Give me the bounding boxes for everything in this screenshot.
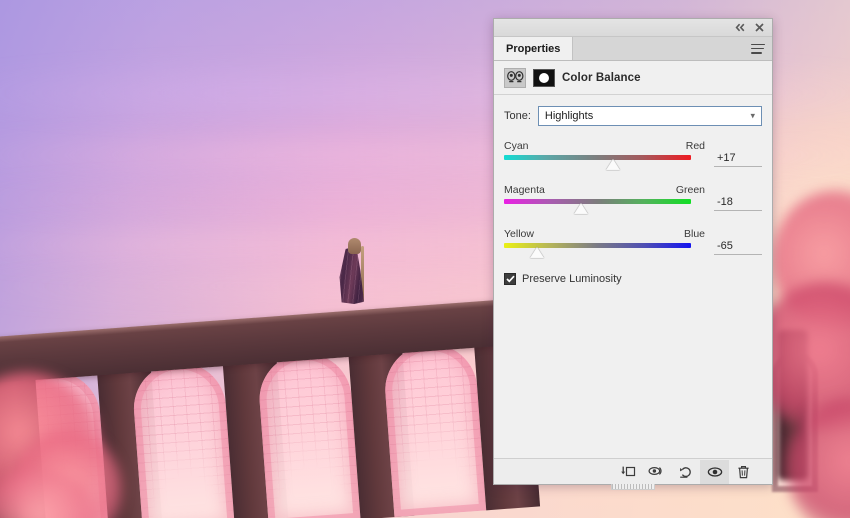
cloaked-figure bbox=[336, 236, 370, 304]
panel-titlebar[interactable] bbox=[494, 19, 772, 37]
slider-track-wrap[interactable] bbox=[504, 155, 691, 173]
figure-hood bbox=[348, 238, 361, 254]
slider-value-yellow-blue[interactable]: -65 bbox=[714, 237, 762, 255]
tone-row: Tone: Highlights ▾ bbox=[504, 106, 762, 126]
slider-right-label: Blue bbox=[683, 228, 705, 240]
slider-left-label: Magenta bbox=[504, 184, 545, 196]
properties-panel[interactable]: Properties Color Balance Tone: Highlight… bbox=[493, 18, 773, 490]
tone-select-value: Highlights bbox=[544, 110, 594, 122]
tone-label: Tone: bbox=[504, 110, 531, 122]
slider-value-cyan-red[interactable]: +17 bbox=[714, 149, 762, 167]
viaduct-arch bbox=[382, 340, 487, 518]
clip-to-layer-button[interactable] bbox=[613, 460, 642, 484]
preserve-luminosity-checkbox[interactable] bbox=[504, 273, 516, 285]
slider-labels: Yellow Blue bbox=[504, 228, 705, 240]
slider-track-wrap[interactable] bbox=[504, 199, 691, 217]
reset-button[interactable] bbox=[671, 460, 700, 484]
panel-resize-grip[interactable] bbox=[611, 484, 655, 490]
viaduct-arch bbox=[130, 359, 235, 518]
double-chevron-left-icon bbox=[735, 23, 745, 32]
slider-thumb[interactable] bbox=[529, 247, 544, 258]
adjustment-title: Color Balance bbox=[562, 71, 641, 84]
trash-icon bbox=[738, 465, 749, 478]
slider-body: Magenta Green bbox=[504, 184, 705, 217]
toggle-visibility-button[interactable] bbox=[700, 459, 729, 484]
tone-select[interactable]: Highlights ▾ bbox=[537, 106, 762, 126]
preserve-luminosity-label: Preserve Luminosity bbox=[522, 273, 622, 285]
slider-body: Yellow Blue bbox=[504, 228, 705, 261]
slider-cyan-red: Cyan Red +17 bbox=[504, 140, 762, 173]
slider-left-label: Yellow bbox=[504, 228, 534, 240]
mask-dot bbox=[539, 72, 549, 83]
scales-icon-glyph bbox=[506, 71, 524, 83]
slider-track bbox=[504, 199, 691, 204]
chevron-down-icon: ▾ bbox=[750, 110, 755, 121]
view-previous-button[interactable] bbox=[642, 460, 671, 484]
slider-body: Cyan Red bbox=[504, 140, 705, 173]
slider-left-label: Cyan bbox=[504, 140, 529, 152]
slider-value-magenta-green[interactable]: -18 bbox=[714, 193, 762, 211]
viaduct-arch bbox=[256, 350, 361, 518]
collapse-to-icons-button[interactable] bbox=[733, 21, 748, 35]
checkmark-icon bbox=[505, 275, 515, 283]
slider-track bbox=[504, 155, 691, 160]
layer-mask-thumbnail[interactable] bbox=[533, 68, 555, 87]
slider-labels: Magenta Green bbox=[504, 184, 705, 196]
close-icon bbox=[755, 23, 764, 32]
close-panel-button[interactable] bbox=[752, 21, 767, 35]
application-window: Properties Color Balance Tone: Highlight… bbox=[0, 0, 850, 518]
slider-thumb[interactable] bbox=[606, 159, 621, 170]
tab-properties[interactable]: Properties bbox=[494, 37, 574, 60]
slider-labels: Cyan Red bbox=[504, 140, 705, 152]
slider-track-wrap[interactable] bbox=[504, 243, 691, 261]
slider-magenta-green: Magenta Green -18 bbox=[504, 184, 762, 217]
panel-tab-row: Properties bbox=[494, 37, 772, 61]
slider-right-label: Red bbox=[685, 140, 705, 152]
slider-yellow-blue: Yellow Blue -65 bbox=[504, 228, 762, 261]
view-previous-icon bbox=[648, 466, 662, 476]
reset-arrow-icon bbox=[679, 466, 691, 478]
preserve-luminosity-row[interactable]: Preserve Luminosity bbox=[504, 273, 762, 285]
panel-footer bbox=[494, 458, 772, 490]
panel-body: Tone: Highlights ▾ Cyan Red +17 Magenta … bbox=[494, 95, 772, 458]
delete-layer-button[interactable] bbox=[729, 460, 758, 484]
slider-right-label: Green bbox=[675, 184, 705, 196]
panel-menu-icon[interactable] bbox=[751, 43, 765, 54]
slider-thumb[interactable] bbox=[573, 203, 588, 214]
adjustment-header: Color Balance bbox=[494, 61, 772, 95]
color-balance-scales-icon[interactable] bbox=[504, 67, 526, 88]
clip-to-layer-icon bbox=[620, 466, 635, 476]
eye-icon bbox=[707, 466, 722, 477]
